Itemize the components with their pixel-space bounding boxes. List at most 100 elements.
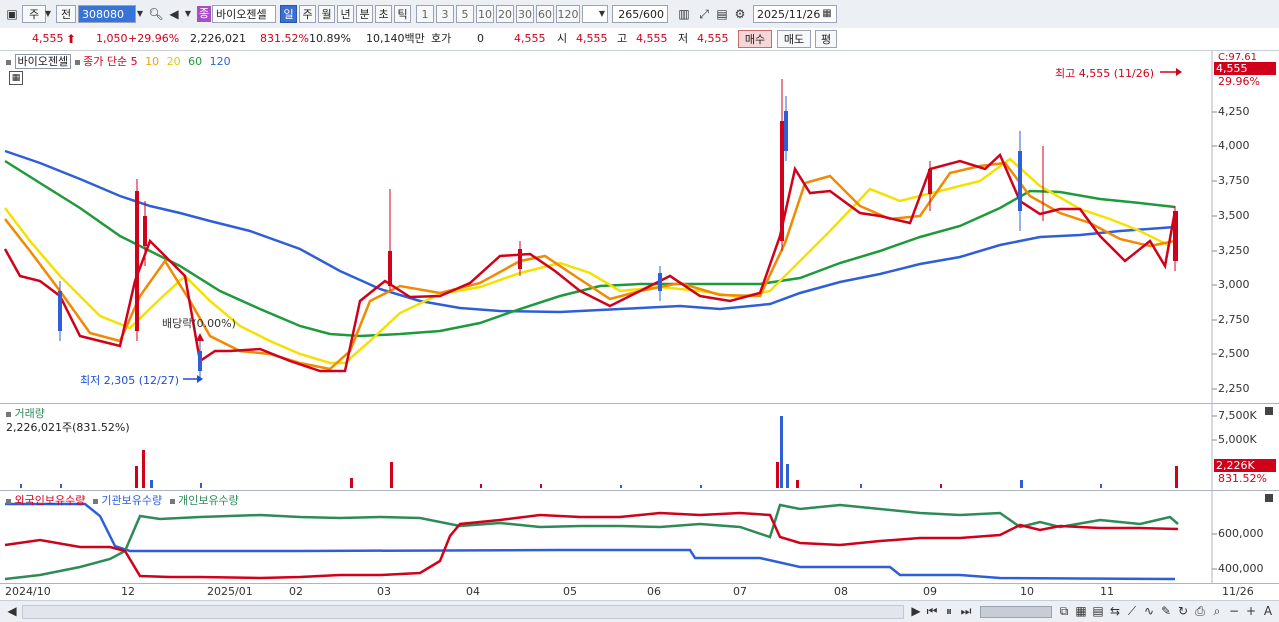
current-price: 4,555	[32, 32, 64, 45]
last-page-icon[interactable]: ⏭	[958, 603, 974, 619]
gear-icon[interactable]: ⚙	[732, 6, 748, 22]
table-icon[interactable]: ▦	[1073, 603, 1089, 619]
high-arrow-head	[1176, 68, 1182, 76]
y-tick: 3,250	[1218, 244, 1250, 257]
step-20-button[interactable]: 20	[496, 5, 514, 23]
period-day-button[interactable]: 일	[280, 5, 297, 23]
chevron-down-icon[interactable]: ▼	[134, 6, 146, 22]
panel-close-icon[interactable]	[1265, 494, 1273, 502]
price-change: 1,050	[96, 32, 128, 45]
x-tick: 06	[647, 585, 661, 598]
legend-close-label[interactable]: 종가 단순	[83, 55, 127, 68]
legend-stock-name[interactable]: 바이오젠셀	[14, 54, 72, 69]
step-label: 3	[441, 8, 449, 21]
panel-close-icon[interactable]	[1265, 407, 1273, 415]
step-5-button[interactable]: 5	[456, 5, 474, 23]
window-icon[interactable]: ▣	[4, 6, 20, 22]
chevron-down-icon[interactable]: ▼	[42, 6, 54, 22]
ma20-line	[4, 157, 1171, 365]
price-tag: 4,555	[1214, 62, 1276, 75]
step-10-button[interactable]: 10	[476, 5, 494, 23]
scroll-right-icon[interactable]: ▶	[908, 603, 924, 619]
average-button[interactable]: 평	[815, 30, 837, 48]
chevron-down-icon[interactable]: ▼	[596, 6, 608, 22]
speaker-icon[interactable]: ◀︎	[166, 6, 182, 22]
period-year-button[interactable]: 년	[337, 5, 354, 23]
legend-ma5[interactable]: 5	[131, 55, 138, 68]
copy-icon[interactable]: ⧉	[1056, 603, 1072, 619]
legend-ma10[interactable]: 10	[145, 55, 159, 68]
count-value: 265	[618, 8, 640, 21]
step-120-button[interactable]: 120	[556, 5, 580, 23]
step-60-button[interactable]: 60	[536, 5, 554, 23]
step-1-button[interactable]: 1	[416, 5, 434, 23]
holding-panel[interactable]: 외국인보유수량 기관보유수량 개인보유수량 600,000 400,000	[0, 491, 1279, 583]
zoom-out-icon[interactable]: −	[1226, 603, 1242, 619]
volume-value: 2,226,021	[190, 32, 246, 45]
buy-button[interactable]: 매수	[738, 30, 772, 48]
open-price: 4,555	[576, 32, 608, 45]
draw-tool-icon[interactable]: ⤢	[696, 6, 712, 22]
price-panel[interactable]: 바이오젠셀 종가 단순 5 10 20 60 120 ▦ 최고 4,555 (1…	[0, 51, 1279, 403]
sell-button[interactable]: 매도	[777, 30, 811, 48]
step-label: 60	[538, 8, 552, 21]
search-icon[interactable]: 🔍︎	[148, 6, 164, 22]
zoom-slider[interactable]	[980, 606, 1052, 618]
step-30-button[interactable]: 30	[516, 5, 534, 23]
zoom-icon[interactable]: ⌕	[1209, 603, 1225, 619]
volume-y-tick: 7,500K	[1218, 409, 1257, 422]
period-month-button[interactable]: 월	[318, 5, 335, 23]
volume-panel[interactable]: 거래량 2,226,021주(831.52%) 7,500K 5,000K 2,…	[0, 404, 1279, 490]
legend-ma120[interactable]: 120	[210, 55, 231, 68]
compare-icon[interactable]: ⇆	[1107, 603, 1123, 619]
high-note: 최고 4,555 (11/26)	[1055, 67, 1155, 80]
x-tick: 05	[563, 585, 577, 598]
legend-institution[interactable]: 기관보유수량	[101, 494, 162, 507]
first-page-icon[interactable]: ⏮	[924, 603, 940, 619]
x-tick: 03	[377, 585, 391, 598]
holding-y-tick: 600,000	[1218, 527, 1264, 540]
candle-type-icon[interactable]: ▥	[676, 6, 692, 22]
period-week-button[interactable]: 주	[299, 5, 316, 23]
zoom-in-icon[interactable]: +	[1243, 603, 1259, 619]
period-label: 틱	[397, 8, 408, 21]
stock-name-field[interactable]: 바이오젠셀	[212, 5, 276, 23]
wave-icon[interactable]: ∿	[1141, 603, 1157, 619]
legend-ma20[interactable]: 20	[167, 55, 181, 68]
period-minute-button[interactable]: 분	[356, 5, 373, 23]
grid-toggle-icon[interactable]: ▦	[9, 71, 23, 85]
turnover-rate: 10.89%	[309, 32, 351, 45]
legend-bullet	[6, 411, 11, 417]
x-tick: 09	[923, 585, 937, 598]
scroll-left-icon[interactable]: ◀	[4, 603, 20, 619]
legend-individual[interactable]: 개인보유수량	[178, 494, 239, 507]
layout-icon[interactable]: ▤	[1090, 603, 1106, 619]
save-icon[interactable]: ▤	[714, 6, 730, 22]
code-input[interactable]: 308080	[78, 5, 136, 23]
legend-ma60[interactable]: 60	[188, 55, 202, 68]
x-tick: 11	[1100, 585, 1114, 598]
volume-chart-svg	[20, 404, 1217, 490]
refresh-icon[interactable]: ↻	[1175, 603, 1191, 619]
price-legend: 바이오젠셀 종가 단순 5 10 20 60 120	[6, 53, 231, 69]
step-label: 10	[478, 8, 492, 21]
legend-foreign[interactable]: 외국인보유수량	[15, 494, 86, 507]
pause-icon[interactable]: ⏸	[941, 603, 957, 619]
chevron-down-icon[interactable]: ▼	[182, 6, 194, 22]
text-tool-icon[interactable]: A	[1260, 603, 1276, 619]
legend-bullet	[6, 498, 11, 504]
calendar-icon[interactable]: ▦	[820, 6, 834, 22]
period-second-button[interactable]: 초	[375, 5, 392, 23]
volume-ratio: 831.52%	[260, 32, 309, 45]
period-tick-button[interactable]: 틱	[394, 5, 411, 23]
prev-button[interactable]: 전	[56, 5, 76, 23]
holding-legend[interactable]: 외국인보유수량 기관보유수량 개인보유수량	[6, 492, 239, 508]
scrollbar-track[interactable]	[22, 605, 904, 619]
hoga-label: 호가	[431, 32, 452, 45]
trend-line-icon[interactable]: ⟋	[1124, 603, 1140, 619]
step-3-button[interactable]: 3	[436, 5, 454, 23]
price-change-pct: +29.96%	[128, 32, 180, 45]
count-field[interactable]: 265/600	[612, 5, 668, 23]
print-icon[interactable]: ⎙	[1192, 603, 1208, 619]
pencil-icon[interactable]: ✎	[1158, 603, 1174, 619]
